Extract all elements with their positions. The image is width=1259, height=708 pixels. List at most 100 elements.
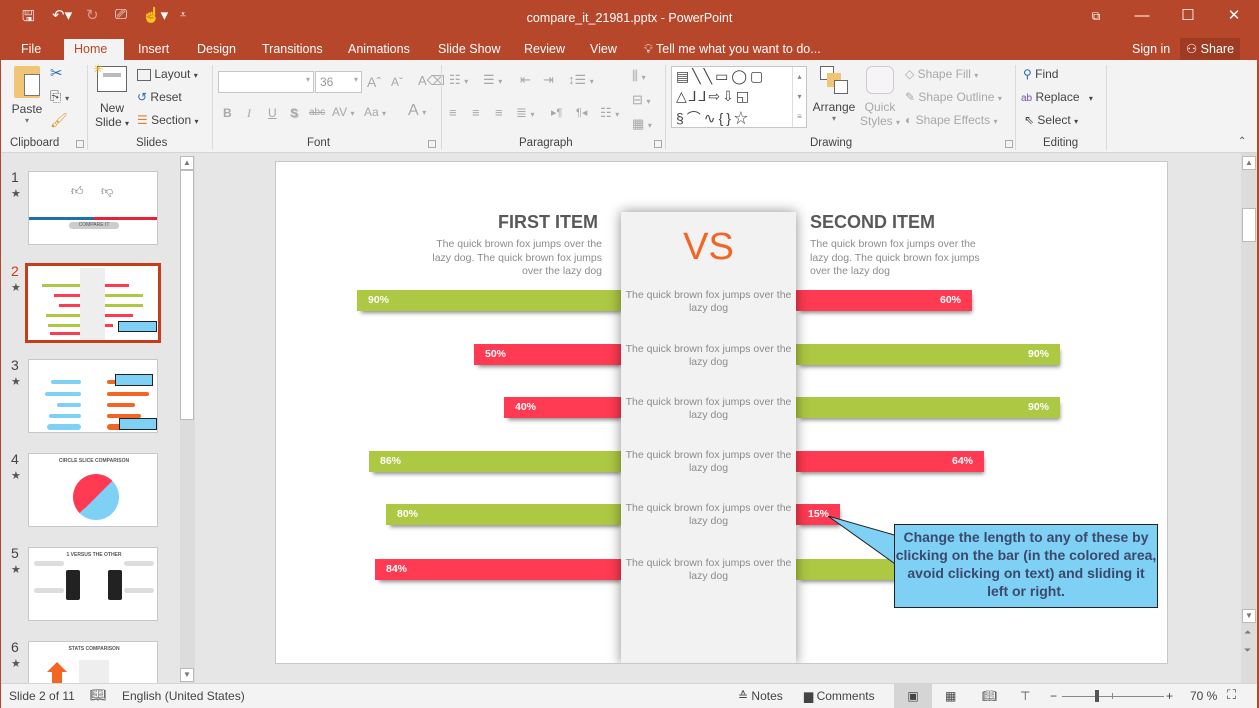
normal-view-button[interactable]: ▣ xyxy=(894,684,932,708)
minimize-button[interactable]: — xyxy=(1122,4,1162,28)
first-item-description[interactable]: The quick brown fox jumps over the lazy … xyxy=(432,238,602,279)
font-launcher-icon[interactable] xyxy=(428,140,436,148)
increase-indent-icon[interactable]: ⇥ xyxy=(543,72,554,88)
left-bar[interactable]: 90% xyxy=(357,290,621,311)
tab-home[interactable]: Home xyxy=(64,39,124,60)
align-left-icon[interactable]: ≡ xyxy=(449,105,457,120)
tell-me-search[interactable]: 💡︎ Tell me what you want to do... xyxy=(634,39,831,60)
zoom-in-button[interactable]: + xyxy=(1166,689,1173,703)
reading-view-button[interactable]: 📖︎ xyxy=(982,689,997,703)
second-item-description[interactable]: The quick brown fox jumps over the lazy … xyxy=(810,238,980,279)
tab-insert[interactable]: Insert xyxy=(128,39,179,60)
shape-fill-button[interactable]: ◇ Shape Fill ▾ xyxy=(905,67,978,81)
numbering-icon[interactable]: ☰ ▾ xyxy=(483,72,502,88)
italic-button[interactable]: I xyxy=(247,106,251,121)
shape-effects-button[interactable]: ◐ Shape Effects ▾ xyxy=(905,113,997,127)
tab-file[interactable]: File xyxy=(11,39,51,60)
rtl-icon[interactable]: ¶◂ xyxy=(576,106,587,119)
close-button[interactable]: ✕ xyxy=(1214,4,1254,28)
left-bar[interactable]: 80% xyxy=(386,504,621,525)
justify-icon[interactable]: ≣ ▾ xyxy=(516,105,535,121)
vs-label[interactable]: VS xyxy=(621,226,796,269)
slide-scrollbar[interactable]: ▲ ▼ ⏶ ⏷ xyxy=(1241,153,1257,683)
tab-transitions[interactable]: Transitions xyxy=(252,39,333,60)
tab-view[interactable]: View xyxy=(580,39,627,60)
drawing-launcher-icon[interactable] xyxy=(1005,140,1013,148)
scroll-up-icon[interactable]: ▲ xyxy=(1242,156,1256,170)
increase-font-icon[interactable]: Aˆ xyxy=(367,74,381,90)
instruction-callout[interactable]: Change the length to any of these by cli… xyxy=(894,524,1158,608)
left-bar[interactable]: 84% xyxy=(375,559,621,580)
layout-button[interactable]: Layout ▾ xyxy=(137,67,198,81)
vs-panel[interactable]: VS The quick brown fox jumps over the la… xyxy=(621,212,796,663)
quick-styles-button[interactable]: Quick Styles ▾ xyxy=(860,66,900,128)
tab-review[interactable]: Review xyxy=(514,39,575,60)
slide-sorter-button[interactable]: ▦ xyxy=(945,689,956,703)
thumbnail-scrollbar[interactable]: ▲ ▼ xyxy=(180,156,195,683)
zoom-slider[interactable] xyxy=(1062,690,1164,702)
gallery-scroll[interactable]: ▴ ▾ ≡ xyxy=(792,67,806,127)
row-description[interactable]: The quick brown fox jumps over the lazy … xyxy=(621,502,796,528)
ribbon-display-options-icon[interactable]: ⧉ xyxy=(1076,4,1116,28)
next-slide-icon[interactable]: ⏷ xyxy=(1244,645,1251,656)
zoom-out-button[interactable]: − xyxy=(1050,689,1057,703)
left-bar[interactable]: 86% xyxy=(369,451,621,472)
row-description[interactable]: The quick brown fox jumps over the lazy … xyxy=(621,449,796,475)
left-bar[interactable]: 50% xyxy=(474,344,621,365)
select-button[interactable]: ⇖ Select ▾ xyxy=(1024,113,1078,127)
first-item-title[interactable]: FIRST ITEM xyxy=(498,212,598,233)
scroll-thumb[interactable] xyxy=(1242,208,1256,242)
thumbnail-slide-5[interactable]: 1 VERSUS THE OTHER xyxy=(28,547,158,621)
share-button[interactable]: ⚇ Share xyxy=(1180,38,1240,60)
smartart-icon[interactable]: ▦ ▾ xyxy=(632,116,652,132)
thumbnail-slide-2[interactable] xyxy=(25,263,161,343)
reset-button[interactable]: ↺ Reset xyxy=(137,90,182,104)
decrease-font-icon[interactable]: Aˇ xyxy=(391,75,403,89)
tab-design[interactable]: Design xyxy=(187,39,246,60)
slide-canvas[interactable]: FIRST ITEM The quick brown fox jumps ove… xyxy=(275,161,1168,664)
font-color-button[interactable]: A ▾ xyxy=(408,102,426,120)
row-description[interactable]: The quick brown fox jumps over the lazy … xyxy=(621,557,796,583)
clipboard-launcher-icon[interactable] xyxy=(76,140,84,148)
fit-slide-icon[interactable]: ⛶ xyxy=(1227,687,1236,703)
columns-icon[interactable]: ☷ ▾ xyxy=(600,105,619,121)
notes-button[interactable]: ≙ Notes xyxy=(738,689,783,703)
paste-button[interactable]: Paste ▾ xyxy=(10,66,44,125)
section-button[interactable]: ☰ Section ▾ xyxy=(137,113,199,127)
tab-animations[interactable]: Animations xyxy=(338,39,420,60)
find-button[interactable]: ⚲ Find xyxy=(1023,67,1058,81)
left-bar[interactable]: 40% xyxy=(504,397,621,418)
right-bar[interactable]: 60% xyxy=(796,290,972,311)
right-bar[interactable]: 90% xyxy=(796,344,1060,365)
slide-counter[interactable]: Slide 2 of 11 xyxy=(9,689,75,703)
align-right-icon[interactable]: ≡ xyxy=(495,105,503,120)
row-description[interactable]: The quick brown fox jumps over the lazy … xyxy=(621,343,796,369)
arrange-button[interactable]: Arrange ▾ xyxy=(812,66,856,123)
sign-in-link[interactable]: Sign in xyxy=(1132,39,1170,60)
align-center-icon[interactable]: ≡ xyxy=(472,105,480,120)
thumbnail-slide-4[interactable]: CIRCLE SLICE COMPARISON xyxy=(28,453,158,527)
line-spacing-icon[interactable]: ↕☰ ▾ xyxy=(568,72,594,88)
scroll-up-icon[interactable]: ▲ xyxy=(180,156,194,170)
collapse-ribbon-icon[interactable]: ⌃ xyxy=(1238,136,1246,147)
format-painter-icon[interactable]: 🖌︎ xyxy=(50,112,68,129)
scroll-down-icon[interactable]: ▼ xyxy=(1242,609,1256,623)
change-case-button[interactable]: Aa ▾ xyxy=(364,105,386,119)
decrease-indent-icon[interactable]: ⇤ xyxy=(520,72,531,88)
copy-icon[interactable]: ⎘ ▾ xyxy=(50,88,69,105)
row-description[interactable]: The quick brown fox jumps over the lazy … xyxy=(621,289,796,315)
language-indicator[interactable]: English (United States) xyxy=(122,689,245,703)
new-slide-button[interactable]: ✳ New Slide ▾ xyxy=(93,62,130,129)
zoom-slider-thumb[interactable] xyxy=(1095,690,1099,702)
spelling-check-icon[interactable]: 📖︎ xyxy=(90,687,107,703)
slideshow-button[interactable]: ⊤ xyxy=(1020,689,1030,703)
bullets-icon[interactable]: ☷ ▾ xyxy=(449,72,468,88)
character-spacing-button[interactable]: AV ▾ xyxy=(332,105,354,119)
shadow-button[interactable]: S xyxy=(290,106,298,120)
tab-slide-show[interactable]: Slide Show xyxy=(428,39,511,60)
font-size-input[interactable]: 36 ▾ xyxy=(315,71,362,93)
strikethrough-button[interactable]: abc xyxy=(309,107,325,118)
cut-icon[interactable]: ✂ xyxy=(50,64,63,82)
thumbnail-slide-1[interactable]: 👍︎ 👎︎ COMPARE IT xyxy=(28,171,158,245)
right-bar[interactable]: 64% xyxy=(796,451,984,472)
